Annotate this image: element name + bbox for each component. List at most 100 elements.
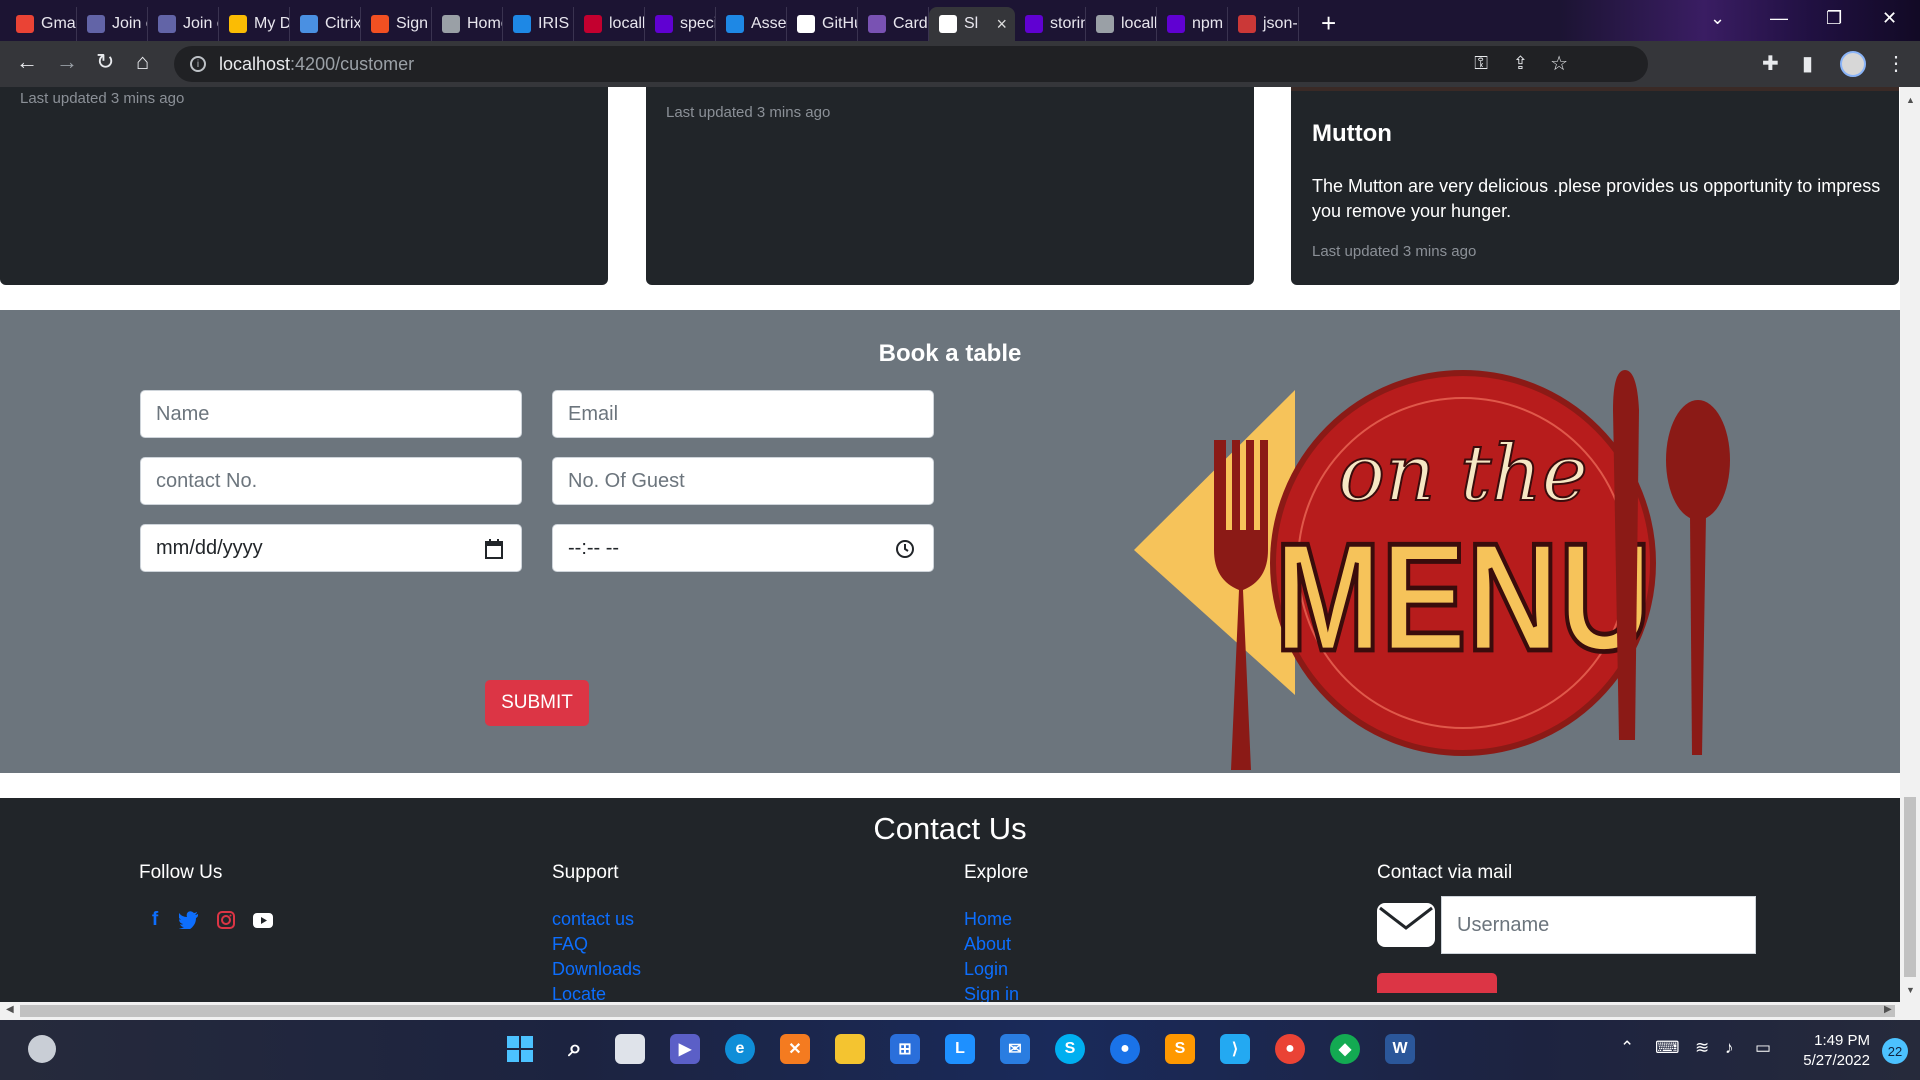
scroll-right-arrow[interactable]: ▶: [1884, 1004, 1892, 1015]
close-window-icon[interactable]: ✕: [1882, 8, 1897, 29]
calendar-icon[interactable]: [485, 539, 503, 559]
browser-tab[interactable]: Join c: [148, 7, 219, 41]
food-card-1: Last updated 3 mins ago: [0, 87, 608, 285]
link-home[interactable]: Home: [964, 909, 1012, 930]
browser-tab[interactable]: storin: [1015, 7, 1086, 41]
start-icon[interactable]: [505, 1034, 535, 1064]
youtube-icon[interactable]: [253, 910, 273, 930]
address-bar[interactable]: i localhost:4200/customer ⚿ ⇪ ☆: [174, 46, 1648, 82]
word-icon[interactable]: W: [1385, 1034, 1415, 1064]
teams-chat-icon[interactable]: ▶: [670, 1034, 700, 1064]
link-locate[interactable]: Locate: [552, 984, 606, 1002]
link-sign-in[interactable]: Sign in: [964, 984, 1019, 1002]
edge-icon[interactable]: e: [725, 1034, 755, 1064]
browser-tab[interactable]: Citrix: [290, 7, 361, 41]
share-icon[interactable]: ⇪: [1513, 53, 1528, 74]
menu-dots-icon[interactable]: ⋮: [1886, 51, 1906, 76]
instagram-icon[interactable]: [216, 910, 236, 930]
side-panel-icon[interactable]: ▮: [1802, 51, 1813, 76]
browser-tab[interactable]: json-: [1228, 7, 1299, 41]
scroll-up-arrow[interactable]: ▲: [1906, 95, 1915, 105]
yahoo-icon: [1025, 15, 1043, 33]
minimize-icon[interactable]: —: [1770, 8, 1788, 29]
email-input[interactable]: Email: [552, 390, 934, 438]
chrome-icon[interactable]: ●: [1275, 1034, 1305, 1064]
wifi-icon[interactable]: ≋: [1695, 1038, 1709, 1058]
mail-icon[interactable]: ✉: [1000, 1034, 1030, 1064]
browser-tab[interactable]: Sl ×: [929, 7, 1015, 41]
link-downloads[interactable]: Downloads: [552, 959, 641, 980]
teams-icon: [158, 15, 176, 33]
chrome-profile-icon[interactable]: ●: [1110, 1034, 1140, 1064]
password-key-icon[interactable]: ⚿: [1474, 53, 1488, 74]
browser-tab[interactable]: My Di: [219, 7, 290, 41]
yahoo-icon: [655, 15, 673, 33]
browser-tab[interactable]: npm: [1157, 7, 1228, 41]
browser-tab[interactable]: specia: [645, 7, 716, 41]
scroll-down-arrow[interactable]: ▼: [1906, 985, 1915, 995]
browser-tab[interactable]: Home: [432, 7, 503, 41]
notification-badge[interactable]: 22: [1882, 1038, 1908, 1064]
system-clock[interactable]: 1:49 PM 5/27/2022: [1803, 1031, 1870, 1071]
keyboard-icon[interactable]: ⌨: [1655, 1038, 1680, 1058]
battery-icon[interactable]: ▭: [1755, 1038, 1771, 1058]
back-icon[interactable]: ←: [16, 49, 38, 75]
skype-icon[interactable]: S: [1055, 1034, 1085, 1064]
clock-icon[interactable]: [895, 539, 915, 559]
file-explorer-icon[interactable]: [835, 1034, 865, 1064]
browser-tab[interactable]: localh: [1086, 7, 1157, 41]
twitter-icon[interactable]: [179, 910, 199, 930]
link-login[interactable]: Login: [964, 959, 1008, 980]
teams-icon: [87, 15, 105, 33]
store-icon[interactable]: ⊞: [890, 1034, 920, 1064]
search-icon[interactable]: ⌕: [560, 1034, 590, 1064]
horizontal-scroll-thumb[interactable]: [20, 1005, 1895, 1017]
browser-tab[interactable]: GitHu: [787, 7, 858, 41]
new-tab-button[interactable]: +: [1321, 8, 1336, 39]
site-info-icon[interactable]: i: [190, 56, 206, 72]
browser-tab[interactable]: Gmail: [6, 7, 77, 41]
browser-tab[interactable]: Sign i: [361, 7, 432, 41]
submit-button[interactable]: SUBMIT: [485, 680, 589, 726]
l-app-icon[interactable]: L: [945, 1034, 975, 1064]
link-contact-us[interactable]: contact us: [552, 909, 634, 930]
volume-icon[interactable]: ♪: [1725, 1038, 1734, 1058]
task-view-icon[interactable]: [615, 1034, 645, 1064]
scroll-left-arrow[interactable]: ◀: [6, 1004, 14, 1015]
name-input[interactable]: Name: [140, 390, 522, 438]
browser-tab[interactable]: Cards: [858, 7, 929, 41]
browser-tab[interactable]: IRIS |: [503, 7, 574, 41]
xampp-icon[interactable]: ✕: [780, 1034, 810, 1064]
restore-icon[interactable]: ❐: [1826, 8, 1842, 29]
time-input[interactable]: --:-- --: [552, 524, 934, 572]
facebook-icon[interactable]: f: [145, 909, 165, 930]
mail-username-input[interactable]: Username: [1441, 896, 1756, 954]
weather-icon[interactable]: [28, 1035, 56, 1063]
reload-icon[interactable]: ↻: [96, 49, 114, 75]
sublime-icon[interactable]: S: [1165, 1034, 1195, 1064]
close-tab-icon[interactable]: ×: [996, 14, 1007, 35]
bookmark-star-icon[interactable]: ☆: [1550, 51, 1568, 76]
contact-input[interactable]: contact No.: [140, 457, 522, 505]
mail-submit-button[interactable]: [1377, 973, 1497, 993]
tray-chevron-icon[interactable]: ⌃: [1620, 1038, 1634, 1058]
mongodb-icon[interactable]: ◆: [1330, 1034, 1360, 1064]
mail-username-placeholder: Username: [1457, 913, 1550, 936]
iris-icon: [726, 15, 744, 33]
extensions-icon[interactable]: ✚: [1762, 51, 1779, 76]
vertical-scrollbar[interactable]: ▲ ▼: [1900, 87, 1920, 1002]
link-about[interactable]: About: [964, 934, 1011, 955]
forward-icon[interactable]: →: [56, 49, 78, 75]
profile-avatar[interactable]: [1840, 51, 1866, 77]
vscode-icon[interactable]: ⟩: [1220, 1034, 1250, 1064]
browser-tab[interactable]: Join c: [77, 7, 148, 41]
guests-input[interactable]: No. Of Guest: [552, 457, 934, 505]
browser-tab[interactable]: Asses: [716, 7, 787, 41]
browser-tab[interactable]: localh: [574, 7, 645, 41]
date-input[interactable]: mm/dd/yyyy: [140, 524, 522, 572]
vertical-scroll-thumb[interactable]: [1904, 797, 1916, 977]
link-faq[interactable]: FAQ: [552, 934, 588, 955]
tab-search-icon[interactable]: ⌄: [1710, 8, 1725, 29]
horizontal-scrollbar[interactable]: ◀ ▶: [0, 1002, 1920, 1020]
home-icon[interactable]: ⌂: [136, 49, 149, 75]
